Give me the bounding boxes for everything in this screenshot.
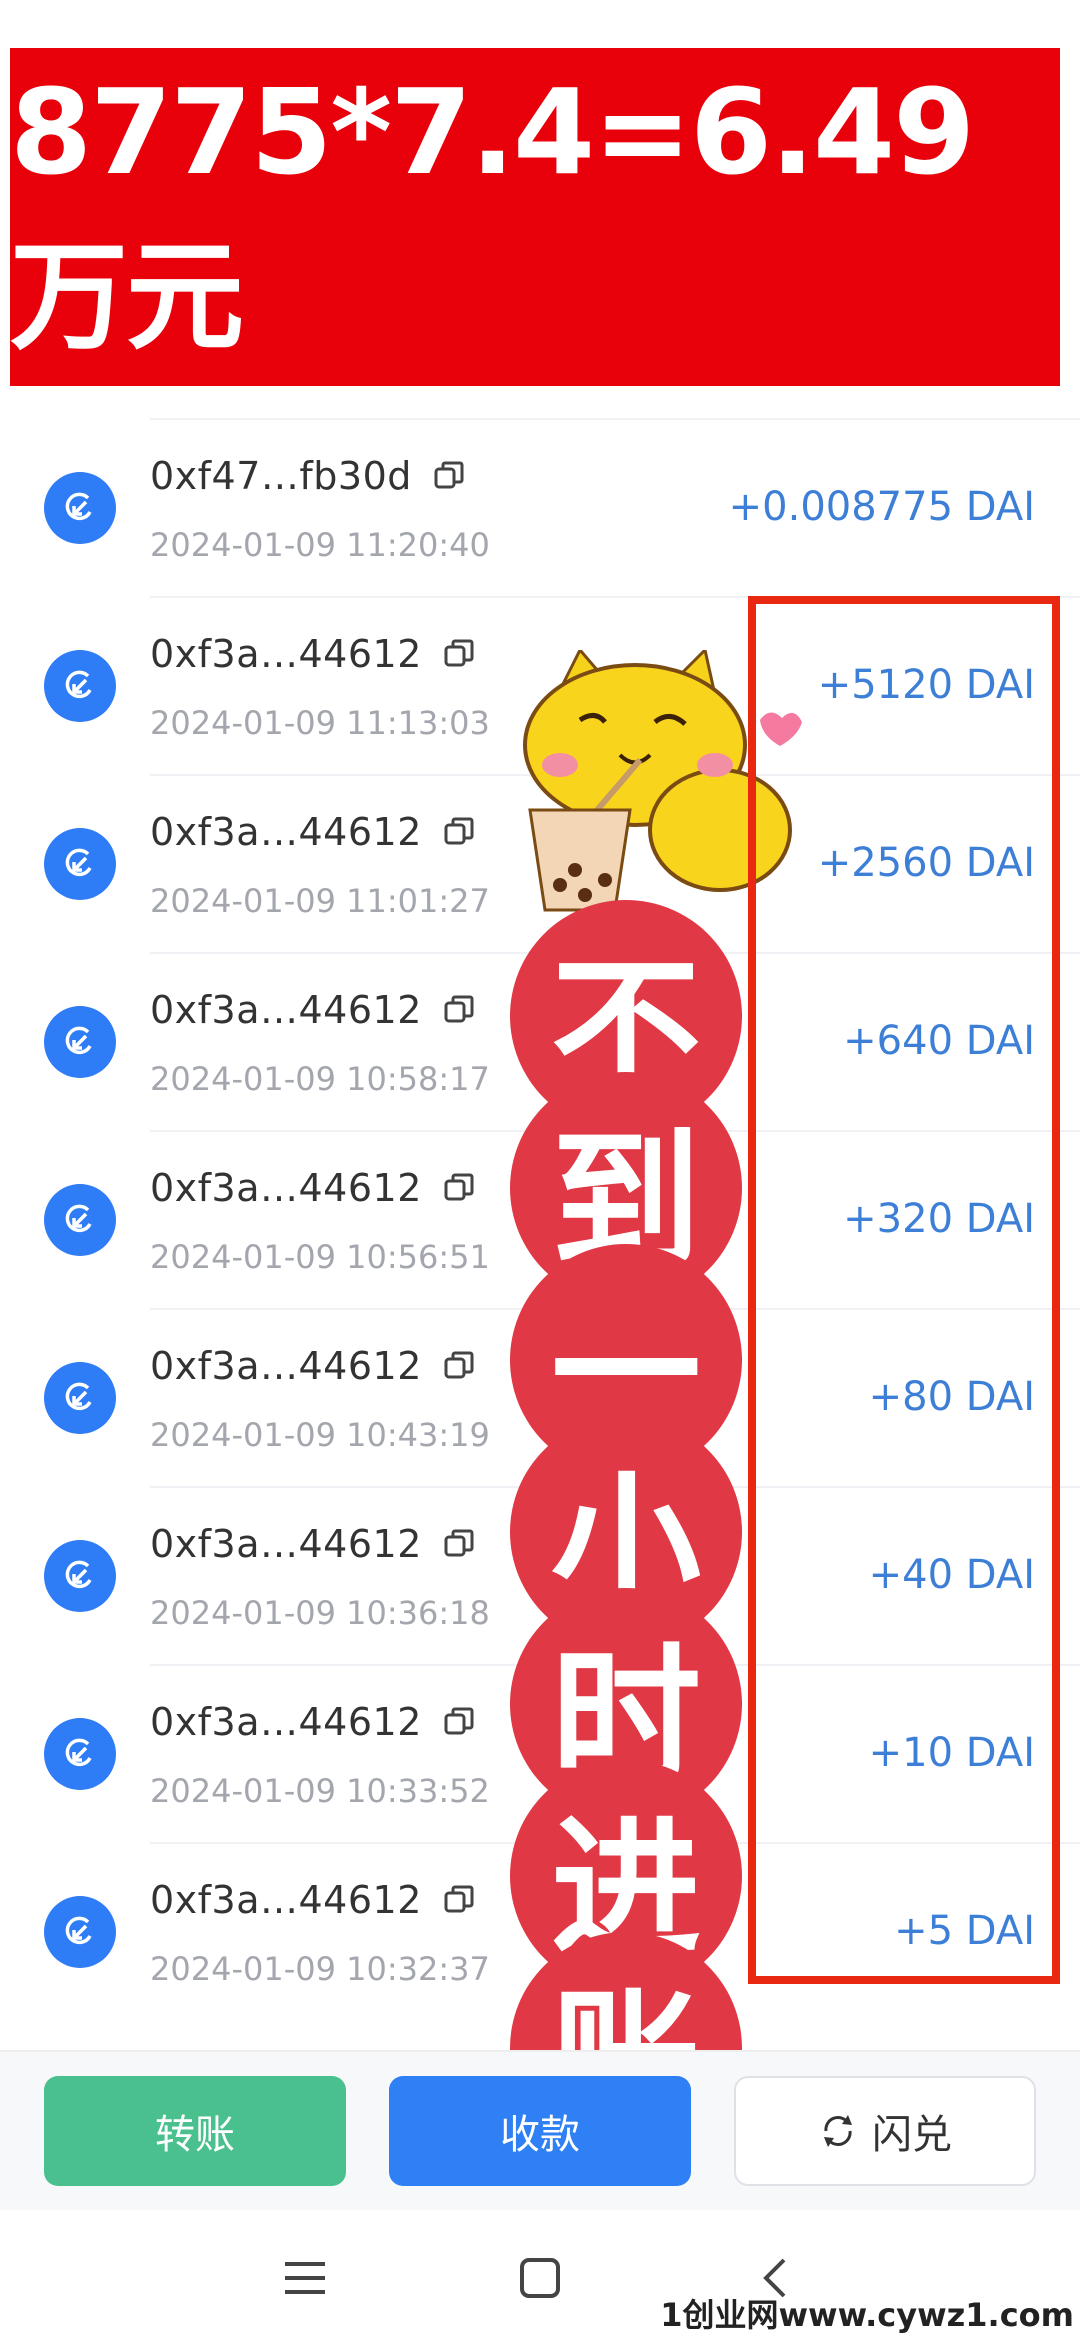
tx-timestamp: 2024-01-09 10:58:17 — [150, 1060, 490, 1098]
tx-address: 0xf3a…44612 — [150, 1700, 422, 1744]
tx-amount: +80 DAI — [868, 1374, 1035, 1420]
swap-label: 闪兑 — [872, 2112, 952, 2158]
watermark: 1创业网www.cywz1.com — [660, 2296, 1074, 2334]
tx-amount: +5 DAI — [894, 1908, 1035, 1954]
row-divider — [150, 596, 1080, 598]
copy-icon[interactable] — [442, 1705, 476, 1739]
receive-icon — [44, 1540, 116, 1612]
action-bar: 转账 收款 闪兑 — [0, 2050, 1080, 2212]
tx-amount: +40 DAI — [868, 1552, 1035, 1598]
home-icon[interactable] — [510, 2248, 570, 2308]
tx-amount: +640 DAI — [843, 1018, 1035, 1064]
tx-address: 0xf3a…44612 — [150, 1522, 422, 1566]
receive-icon — [44, 650, 116, 722]
tx-timestamp: 2024-01-09 10:36:18 — [150, 1594, 490, 1632]
swap-button[interactable]: 闪兑 — [734, 2076, 1036, 2186]
copy-icon[interactable] — [442, 1171, 476, 1205]
copy-icon[interactable] — [442, 637, 476, 671]
copy-icon[interactable] — [442, 815, 476, 849]
row-divider — [150, 418, 1080, 420]
receive-icon — [44, 1718, 116, 1790]
copy-icon[interactable] — [442, 1527, 476, 1561]
receive-icon — [44, 1006, 116, 1078]
transfer-button[interactable]: 转账 — [44, 2076, 346, 2186]
tx-amount: +0.008775 DAI — [728, 484, 1035, 530]
tx-address: 0xf3a…44612 — [150, 1166, 422, 1210]
tx-timestamp: 2024-01-09 11:13:03 — [150, 704, 490, 742]
tx-timestamp: 2024-01-09 10:43:19 — [150, 1416, 490, 1454]
tx-amount: +10 DAI — [868, 1730, 1035, 1776]
tx-timestamp: 2024-01-09 11:01:27 — [150, 882, 490, 920]
tx-address: 0xf3a…44612 — [150, 1878, 422, 1922]
receive-icon — [44, 1184, 116, 1256]
tx-address: 0xf3a…44612 — [150, 632, 422, 676]
swap-icon — [824, 2115, 852, 2147]
transfer-label: 转账 — [155, 2112, 235, 2158]
tx-address: 0xf3a…44612 — [150, 1344, 422, 1388]
tx-amount: +5120 DAI — [817, 662, 1035, 708]
receive-button[interactable]: 收款 — [389, 2076, 691, 2186]
headline-text: 8775*7.4=6.49万元 — [10, 62, 975, 366]
tx-amount: +2560 DAI — [817, 840, 1035, 886]
copy-icon[interactable] — [432, 459, 466, 493]
tx-timestamp: 2024-01-09 10:33:52 — [150, 1772, 490, 1810]
tx-timestamp: 2024-01-09 11:20:40 — [150, 526, 490, 564]
copy-icon[interactable] — [442, 993, 476, 1027]
tx-timestamp: 2024-01-09 10:32:37 — [150, 1950, 490, 1988]
tx-timestamp: 2024-01-09 10:56:51 — [150, 1238, 490, 1276]
headline-banner: 8775*7.4=6.49万元 — [10, 48, 1060, 386]
system-nav-bar: 1创业网www.cywz1.com — [0, 2210, 1080, 2340]
status-bar — [0, 0, 1080, 50]
tx-address: 0xf3a…44612 — [150, 988, 422, 1032]
receive-icon — [44, 1362, 116, 1434]
copy-icon[interactable] — [442, 1883, 476, 1917]
cat-sticker — [523, 650, 802, 912]
receive-label: 收款 — [500, 2112, 580, 2158]
receive-icon — [44, 828, 116, 900]
tx-address: 0xf47…fb30d — [150, 454, 412, 498]
list-item[interactable]: 0xf47…fb30d 2024-01-09 11:20:40 +0.008775 … — [0, 418, 1080, 596]
menu-icon[interactable] — [275, 2248, 335, 2308]
copy-icon[interactable] — [442, 1349, 476, 1383]
receive-icon — [44, 1896, 116, 1968]
tx-amount: +320 DAI — [843, 1196, 1035, 1242]
receive-icon — [44, 472, 116, 544]
tx-address: 0xf3a…44612 — [150, 810, 422, 854]
